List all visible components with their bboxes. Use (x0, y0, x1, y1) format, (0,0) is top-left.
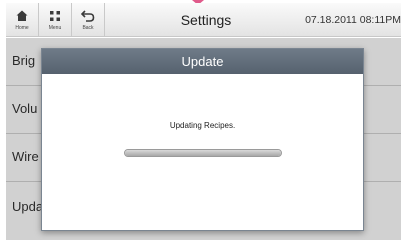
menu-grid-icon (49, 9, 61, 23)
dialog-message: Updating Recipes. (169, 121, 236, 130)
page-title: Settings (180, 12, 232, 28)
progress-bar-fill (125, 150, 281, 156)
date-time: 07.18.2011 08:11PM (305, 14, 401, 26)
back-arrow-icon (81, 9, 95, 23)
top-bar: Home Menu Back Settings 07.18.2011 08:11… (6, 3, 401, 37)
update-dialog: Update Updating Recipes. (41, 48, 364, 231)
home-label: Home (15, 24, 29, 31)
dialog-header: Update (42, 49, 363, 74)
home-button[interactable]: Home (6, 3, 39, 36)
back-button[interactable]: Back (72, 3, 105, 36)
home-icon (16, 9, 28, 23)
menu-label: Menu (48, 24, 62, 31)
progress-bar (124, 149, 282, 157)
dialog-title: Update (181, 54, 224, 69)
back-label: Back (82, 24, 94, 31)
menu-button[interactable]: Menu (39, 3, 72, 36)
